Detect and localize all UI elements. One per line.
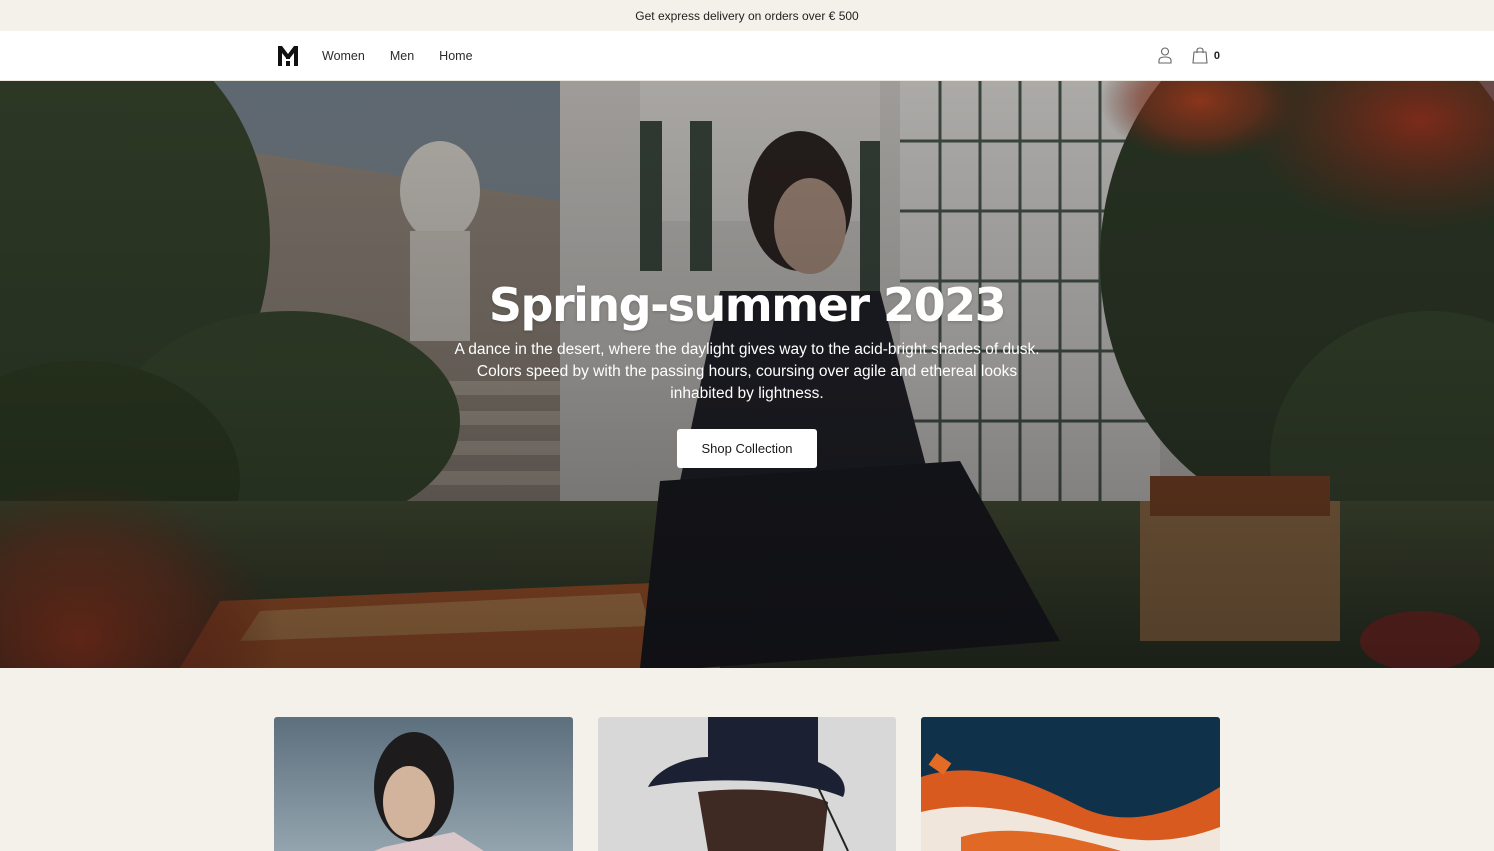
hero-content: Spring-summer 2023 A dance in the desert… xyxy=(0,277,1494,468)
brand-logo-icon[interactable] xyxy=(276,44,300,68)
orange-blanket-photo xyxy=(921,717,1221,851)
hero-title: Spring-summer 2023 xyxy=(488,278,1007,332)
shopping-bag-icon xyxy=(1192,47,1208,64)
collection-card-woman[interactable] xyxy=(274,717,573,851)
woman-portrait-photo xyxy=(274,717,573,851)
announcement-bar: Get express delivery on orders over € 50… xyxy=(0,0,1494,31)
cart-count: 0 xyxy=(1213,49,1220,62)
site-header: Women Men Home 0 xyxy=(0,31,1494,81)
announcement-text: Get express delivery on orders over € 50… xyxy=(635,8,859,23)
collection-cards xyxy=(274,717,1221,851)
user-icon[interactable] xyxy=(1158,47,1172,64)
collection-card-home[interactable] xyxy=(921,717,1221,851)
nav-link-men[interactable]: Men xyxy=(390,49,414,63)
nav-link-home[interactable]: Home xyxy=(439,49,472,63)
nav-link-women[interactable]: Women xyxy=(322,49,365,63)
hero-banner: Spring-summer 2023 A dance in the desert… xyxy=(0,81,1494,668)
cart-button[interactable]: 0 xyxy=(1192,47,1220,64)
hero-description: A dance in the desert, where the dayligh… xyxy=(454,341,1040,402)
shop-collection-button[interactable]: Shop Collection xyxy=(677,429,817,468)
collection-card-man[interactable] xyxy=(597,717,897,851)
main-nav: Women Men Home xyxy=(322,49,473,63)
man-bucket-hat-photo xyxy=(597,717,897,851)
